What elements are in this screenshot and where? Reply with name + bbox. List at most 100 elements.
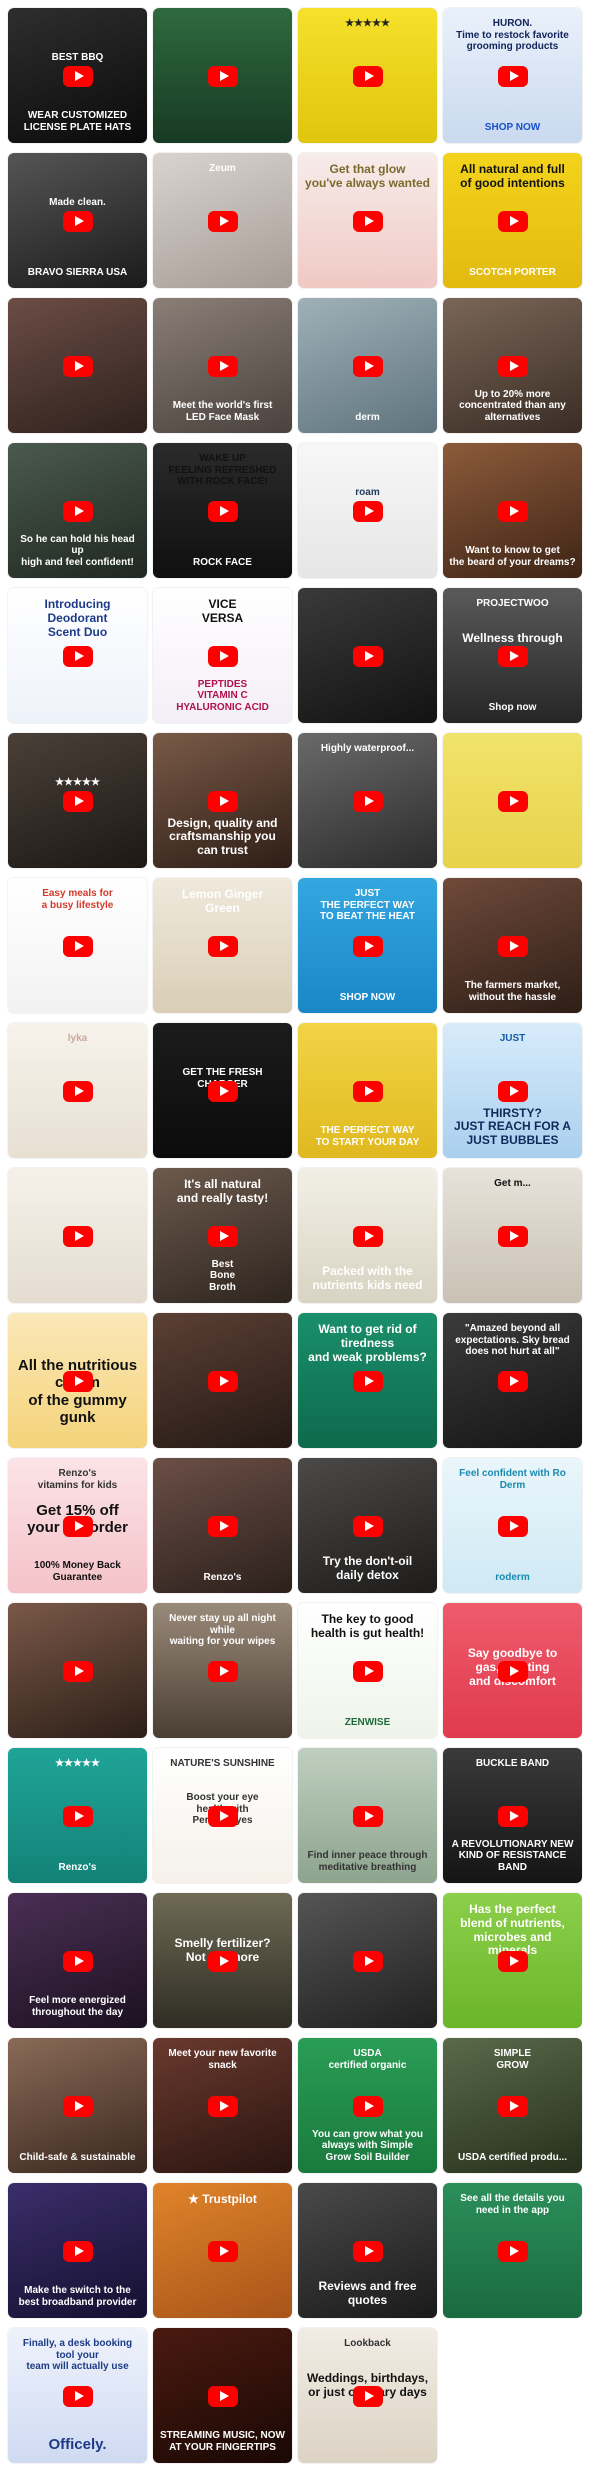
video-thumbnail[interactable]: Find inner peace through meditative breat…: [298, 1748, 437, 1883]
video-thumbnail[interactable]: [153, 1313, 292, 1448]
video-thumbnail[interactable]: Want to know to get the beard of your dre…: [443, 443, 582, 578]
youtube-play-icon[interactable]: [352, 1225, 383, 1247]
youtube-play-icon[interactable]: [497, 790, 528, 812]
youtube-play-icon[interactable]: [62, 1370, 93, 1392]
video-thumbnail[interactable]: Packed with the nutrients kids need: [298, 1168, 437, 1303]
youtube-play-icon[interactable]: [497, 1370, 528, 1392]
youtube-play-icon[interactable]: [62, 500, 93, 522]
youtube-play-icon[interactable]: [352, 2240, 383, 2262]
youtube-play-icon[interactable]: [497, 1805, 528, 1827]
youtube-play-icon[interactable]: [352, 500, 383, 522]
youtube-play-icon[interactable]: [352, 1950, 383, 1972]
video-thumbnail[interactable]: LookbackWeddings, birthdays,or just ordi…: [298, 2328, 437, 2463]
youtube-play-icon[interactable]: [497, 65, 528, 87]
video-thumbnail[interactable]: WAKE UP FEELING REFRESHED WITH ROCK FACE! R…: [153, 443, 292, 578]
youtube-play-icon[interactable]: [352, 1660, 383, 1682]
video-thumbnail[interactable]: [8, 1603, 147, 1738]
youtube-play-icon[interactable]: [207, 65, 238, 87]
youtube-play-icon[interactable]: [207, 2240, 238, 2262]
video-thumbnail[interactable]: ★★★★★: [8, 733, 147, 868]
video-thumbnail[interactable]: Make the switch to the best broadband pro…: [8, 2183, 147, 2318]
youtube-play-icon[interactable]: [62, 1225, 93, 1247]
youtube-play-icon[interactable]: [207, 935, 238, 957]
youtube-play-icon[interactable]: [497, 2095, 528, 2117]
video-thumbnail[interactable]: [8, 1168, 147, 1303]
youtube-play-icon[interactable]: [497, 500, 528, 522]
youtube-play-icon[interactable]: [352, 1515, 383, 1537]
youtube-play-icon[interactable]: [497, 355, 528, 377]
youtube-play-icon[interactable]: [62, 65, 93, 87]
youtube-play-icon[interactable]: [352, 1080, 383, 1102]
video-thumbnail[interactable]: Introducing Deodorant Scent Duo: [8, 588, 147, 723]
video-thumbnail[interactable]: [153, 8, 292, 143]
video-thumbnail[interactable]: "Amazed beyond all expectations. Sky brea…: [443, 1313, 582, 1448]
youtube-play-icon[interactable]: [497, 935, 528, 957]
video-thumbnail[interactable]: Feel more energized throughout the day: [8, 1893, 147, 2028]
video-thumbnail[interactable]: PROJECTWOOWellness throughflow.Shop now: [443, 588, 582, 723]
youtube-play-icon[interactable]: [352, 790, 383, 812]
video-thumbnail[interactable]: So he can hold his head up high and feel …: [8, 443, 147, 578]
youtube-play-icon[interactable]: [207, 1660, 238, 1682]
video-thumbnail[interactable]: Try the don't-oil daily detox: [298, 1458, 437, 1593]
video-thumbnail[interactable]: HURON. Time to restock favorite grooming p…: [443, 8, 582, 143]
video-thumbnail[interactable]: WEAR CUSTOMIZED LICENSE PLATE HATS BEST BB…: [8, 8, 147, 143]
video-thumbnail[interactable]: Highly waterproof...: [298, 733, 437, 868]
video-thumbnail[interactable]: Smelly fertilizer?Not anymore: [153, 1893, 292, 2028]
video-thumbnail[interactable]: THE PERFECT WAY TO START YOUR DAY: [298, 1023, 437, 1158]
video-thumbnail[interactable]: Has the perfect blend of nutrients, microb…: [443, 1893, 582, 2028]
youtube-play-icon[interactable]: [207, 645, 238, 667]
youtube-play-icon[interactable]: [497, 1950, 528, 1972]
video-thumbnail[interactable]: [298, 588, 437, 723]
youtube-play-icon[interactable]: [62, 935, 93, 957]
youtube-play-icon[interactable]: [62, 355, 93, 377]
youtube-play-icon[interactable]: [497, 645, 528, 667]
youtube-play-icon[interactable]: [352, 355, 383, 377]
video-thumbnail[interactable]: Reviews and free quotes: [298, 2183, 437, 2318]
video-thumbnail[interactable]: ★ Trustpilot: [153, 2183, 292, 2318]
youtube-play-icon[interactable]: [352, 1805, 383, 1827]
youtube-play-icon[interactable]: [207, 1950, 238, 1972]
video-thumbnail[interactable]: Get that glow you've always wanted: [298, 153, 437, 288]
youtube-play-icon[interactable]: [62, 645, 93, 667]
video-thumbnail[interactable]: SIMPLE GROW USDA certified produ...: [443, 2038, 582, 2173]
youtube-play-icon[interactable]: [62, 2385, 93, 2407]
youtube-play-icon[interactable]: [352, 2385, 383, 2407]
youtube-play-icon[interactable]: [207, 2095, 238, 2117]
video-thumbnail[interactable]: ★★★★★: [298, 8, 437, 143]
youtube-play-icon[interactable]: [62, 1805, 93, 1827]
video-thumbnail[interactable]: Renzo's vitamins for kids Get 15% off your …: [8, 1458, 147, 1593]
youtube-play-icon[interactable]: [352, 645, 383, 667]
video-thumbnail[interactable]: Easy meals for a busy lifestyle: [8, 878, 147, 1013]
youtube-play-icon[interactable]: [497, 1660, 528, 1682]
video-thumbnail[interactable]: The farmers market, without the hassle: [443, 878, 582, 1013]
youtube-play-icon[interactable]: [207, 2385, 238, 2407]
youtube-play-icon[interactable]: [62, 210, 93, 232]
youtube-play-icon[interactable]: [497, 2240, 528, 2262]
video-thumbnail[interactable]: BUCKLE BAND A REVOLUTIONARY NEW KIND OF RE…: [443, 1748, 582, 1883]
video-thumbnail[interactable]: GET THE FRESHCHARGER: [153, 1023, 292, 1158]
youtube-play-icon[interactable]: [207, 355, 238, 377]
youtube-play-icon[interactable]: [352, 65, 383, 87]
youtube-play-icon[interactable]: [207, 1225, 238, 1247]
youtube-play-icon[interactable]: [497, 1225, 528, 1247]
youtube-play-icon[interactable]: [352, 2095, 383, 2117]
video-thumbnail[interactable]: Lemon Ginger Green: [153, 878, 292, 1013]
youtube-play-icon[interactable]: [497, 210, 528, 232]
youtube-play-icon[interactable]: [207, 1805, 238, 1827]
youtube-play-icon[interactable]: [207, 1515, 238, 1537]
youtube-play-icon[interactable]: [207, 210, 238, 232]
video-thumbnail[interactable]: [298, 1893, 437, 2028]
youtube-play-icon[interactable]: [62, 2240, 93, 2262]
video-thumbnail[interactable]: Get m...: [443, 1168, 582, 1303]
youtube-play-icon[interactable]: [62, 1080, 93, 1102]
video-thumbnail[interactable]: The key to good health is gut health! ZENW…: [298, 1603, 437, 1738]
video-thumbnail[interactable]: Meet the world's first LED Face Mask: [153, 298, 292, 433]
video-thumbnail[interactable]: Up to 20% more concentrated than any alte…: [443, 298, 582, 433]
youtube-play-icon[interactable]: [62, 2095, 93, 2117]
youtube-play-icon[interactable]: [352, 935, 383, 957]
video-thumbnail[interactable]: ★★★★★ Renzo's: [8, 1748, 147, 1883]
video-thumbnail[interactable]: Child-safe & sustainable: [8, 2038, 147, 2173]
youtube-play-icon[interactable]: [62, 1950, 93, 1972]
youtube-play-icon[interactable]: [62, 1515, 93, 1537]
video-thumbnail[interactable]: It's all natural and really tasty! Best Bon…: [153, 1168, 292, 1303]
